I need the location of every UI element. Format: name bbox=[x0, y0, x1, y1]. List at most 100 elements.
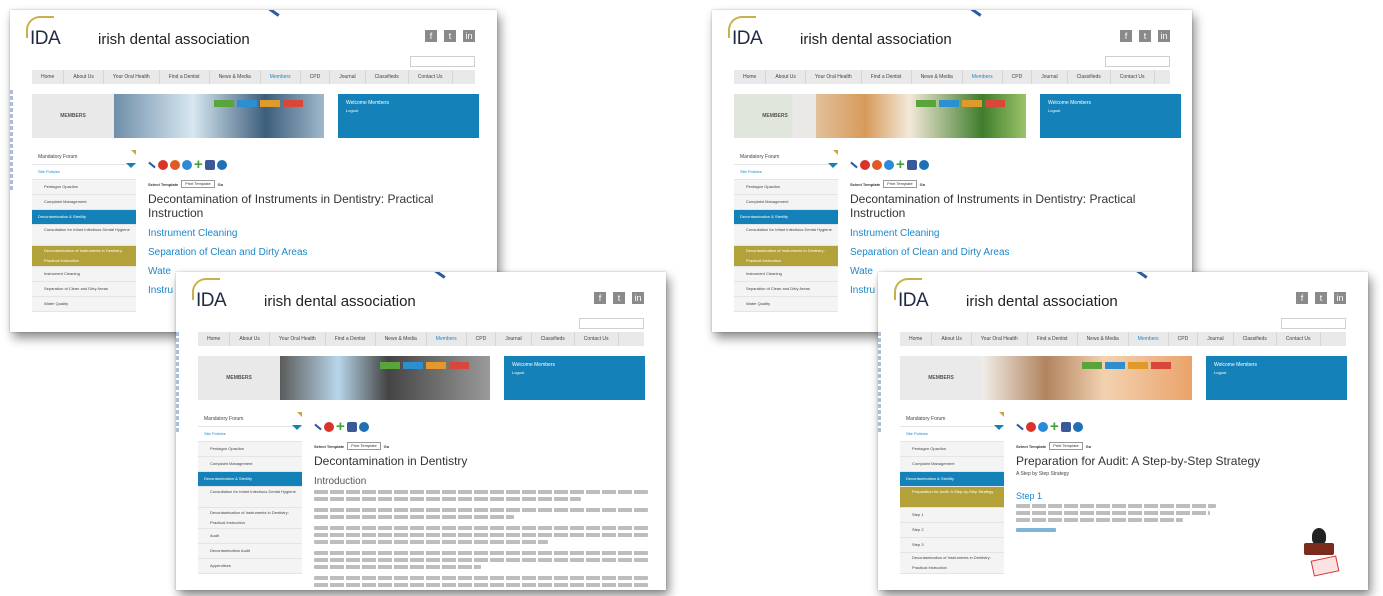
nav-oral-health[interactable]: Your Oral Health bbox=[270, 332, 326, 346]
sidebar-item[interactable]: Site Policies bbox=[900, 427, 1004, 442]
banner-button-green[interactable] bbox=[214, 100, 234, 107]
nav-about[interactable]: About Us bbox=[230, 332, 270, 346]
sidebar-item[interactable]: Pentagon Opaclion bbox=[734, 180, 838, 195]
email-icon[interactable] bbox=[860, 160, 870, 170]
nav-find-dentist[interactable]: Find a Dentist bbox=[1028, 332, 1078, 346]
facebook-icon[interactable] bbox=[204, 160, 215, 170]
plus-icon[interactable]: + bbox=[1050, 419, 1059, 434]
nav-classifieds[interactable]: Classifieds bbox=[366, 70, 409, 84]
banner-button-red[interactable] bbox=[1151, 362, 1171, 369]
go-button[interactable]: Go bbox=[920, 182, 926, 187]
print-icon[interactable] bbox=[170, 160, 180, 170]
nav-find-dentist[interactable]: Find a Dentist bbox=[160, 70, 210, 84]
sidebar-item[interactable]: Mandatory Forum bbox=[900, 412, 1004, 427]
logout-link[interactable]: Logout bbox=[512, 370, 637, 375]
nav-news[interactable]: News & Media bbox=[1078, 332, 1129, 346]
template-select[interactable]: Print Template bbox=[1049, 442, 1083, 450]
linkedin-icon[interactable]: in bbox=[463, 30, 475, 42]
nav-journal[interactable]: Journal bbox=[330, 70, 366, 84]
twitter-icon[interactable]: t bbox=[1315, 292, 1327, 304]
facebook-icon[interactable] bbox=[346, 422, 357, 432]
nav-find-dentist[interactable]: Find a Dentist bbox=[326, 332, 376, 346]
sidebar-item[interactable]: Separation of Clean and Dirty Areas bbox=[32, 282, 136, 297]
nav-home[interactable]: Home bbox=[900, 332, 933, 346]
banner-button-green[interactable] bbox=[916, 100, 936, 107]
sidebar-item[interactable]: Mandatory Forum bbox=[32, 150, 136, 165]
sidebar-item[interactable]: Consultation for Infant Infectious Denta… bbox=[198, 487, 302, 508]
banner-button-red[interactable] bbox=[449, 362, 469, 369]
sidebar-item[interactable]: Appendices bbox=[198, 559, 302, 574]
nav-classifieds[interactable]: Classifieds bbox=[1068, 70, 1111, 84]
sidebar-item-current[interactable]: Preparation for Audit: A Step-by-Step St… bbox=[900, 487, 1004, 508]
go-button[interactable]: Go bbox=[1086, 444, 1092, 449]
twitter-icon[interactable]: t bbox=[444, 30, 456, 42]
search-input[interactable] bbox=[410, 56, 475, 67]
sidebar-item[interactable]: Consultation for Infant Infectious Denta… bbox=[734, 225, 838, 246]
facebook-icon[interactable] bbox=[1060, 422, 1071, 432]
banner-button-orange[interactable] bbox=[962, 100, 982, 107]
logo[interactable]: IDA bbox=[898, 290, 929, 312]
email-icon[interactable] bbox=[1026, 422, 1036, 432]
sidebar-item[interactable]: Decontamination of Instruments in Dentis… bbox=[198, 508, 302, 529]
sidebar-item-current[interactable]: Decontamination of Instruments in Dentis… bbox=[32, 246, 136, 267]
sidebar-item[interactable]: Mandatory Forum bbox=[198, 412, 302, 427]
go-button[interactable]: Go bbox=[384, 444, 390, 449]
sidebar-item[interactable]: Instrument Cleaning bbox=[734, 267, 838, 282]
sidebar-item[interactable]: Step 3 bbox=[900, 538, 1004, 553]
banner-button-orange[interactable] bbox=[260, 100, 280, 107]
sidebar-item[interactable]: Instrument Cleaning bbox=[32, 267, 136, 282]
logo[interactable]: IDA bbox=[732, 28, 763, 50]
twitter-icon[interactable] bbox=[358, 422, 369, 432]
template-select[interactable]: Print Template bbox=[883, 180, 917, 188]
nav-cpd[interactable]: CPD bbox=[1003, 70, 1033, 84]
sidebar-item[interactable]: Site Policies bbox=[198, 427, 302, 442]
sidebar-item[interactable]: Complaint Management bbox=[900, 457, 1004, 472]
linkedin-icon[interactable]: in bbox=[632, 292, 644, 304]
nav-members[interactable]: Members bbox=[1129, 332, 1169, 346]
logout-link[interactable]: Logout bbox=[346, 108, 471, 113]
sidebar-item[interactable]: Pentagon Opaclion bbox=[198, 442, 302, 457]
nav-cpd[interactable]: CPD bbox=[1169, 332, 1199, 346]
nav-members[interactable]: Members bbox=[963, 70, 1003, 84]
banner-button-red[interactable] bbox=[985, 100, 1005, 107]
search-input[interactable] bbox=[1105, 56, 1170, 67]
banner-button-green[interactable] bbox=[380, 362, 400, 369]
banner-button-red[interactable] bbox=[283, 100, 303, 107]
print-icon[interactable] bbox=[872, 160, 882, 170]
nav-about[interactable]: About Us bbox=[932, 332, 972, 346]
nav-journal[interactable]: Journal bbox=[1198, 332, 1234, 346]
facebook-icon[interactable]: f bbox=[425, 30, 437, 42]
banner-button-blue[interactable] bbox=[939, 100, 959, 107]
plus-icon[interactable]: + bbox=[194, 157, 203, 172]
section-link[interactable]: Separation of Clean and Dirty Areas bbox=[148, 247, 479, 258]
facebook-icon[interactable]: f bbox=[594, 292, 606, 304]
sidebar-item[interactable]: Complaint Management bbox=[198, 457, 302, 472]
nav-home[interactable]: Home bbox=[32, 70, 65, 84]
logo[interactable]: IDA bbox=[196, 290, 227, 312]
sidebar-item[interactable]: Site Policies bbox=[734, 165, 838, 180]
section-link[interactable]: Instrument Cleaning bbox=[148, 228, 479, 239]
banner-button-blue[interactable] bbox=[237, 100, 257, 107]
sidebar-item[interactable]: Step 1 bbox=[900, 508, 1004, 523]
logo[interactable]: IDA bbox=[30, 28, 61, 50]
sidebar-item[interactable]: Mandatory Forum bbox=[734, 150, 838, 165]
linkedin-icon[interactable]: in bbox=[1334, 292, 1346, 304]
template-select[interactable]: Print Template bbox=[181, 180, 215, 188]
nav-cpd[interactable]: CPD bbox=[301, 70, 331, 84]
sidebar-item[interactable]: Site Policies bbox=[32, 165, 136, 180]
nav-news[interactable]: News & Media bbox=[210, 70, 261, 84]
banner-button-orange[interactable] bbox=[1128, 362, 1148, 369]
share-icon[interactable] bbox=[182, 160, 192, 170]
sidebar-item[interactable]: Decontamination Audit bbox=[198, 544, 302, 559]
nav-home[interactable]: Home bbox=[734, 70, 767, 84]
sidebar-item[interactable]: Step 2 bbox=[900, 523, 1004, 538]
share-icon[interactable] bbox=[884, 160, 894, 170]
nav-classifieds[interactable]: Classifieds bbox=[532, 332, 575, 346]
sidebar-item[interactable]: Water Quality bbox=[734, 297, 838, 312]
sidebar-item[interactable]: Pentagon Opaclion bbox=[32, 180, 136, 195]
section-link[interactable]: Instrument Cleaning bbox=[850, 228, 1174, 239]
facebook-icon[interactable] bbox=[906, 160, 917, 170]
sidebar-item-current[interactable]: Decontamination of Instruments in Dentis… bbox=[734, 246, 838, 267]
banner-button-green[interactable] bbox=[1082, 362, 1102, 369]
plus-icon[interactable]: + bbox=[896, 157, 905, 172]
